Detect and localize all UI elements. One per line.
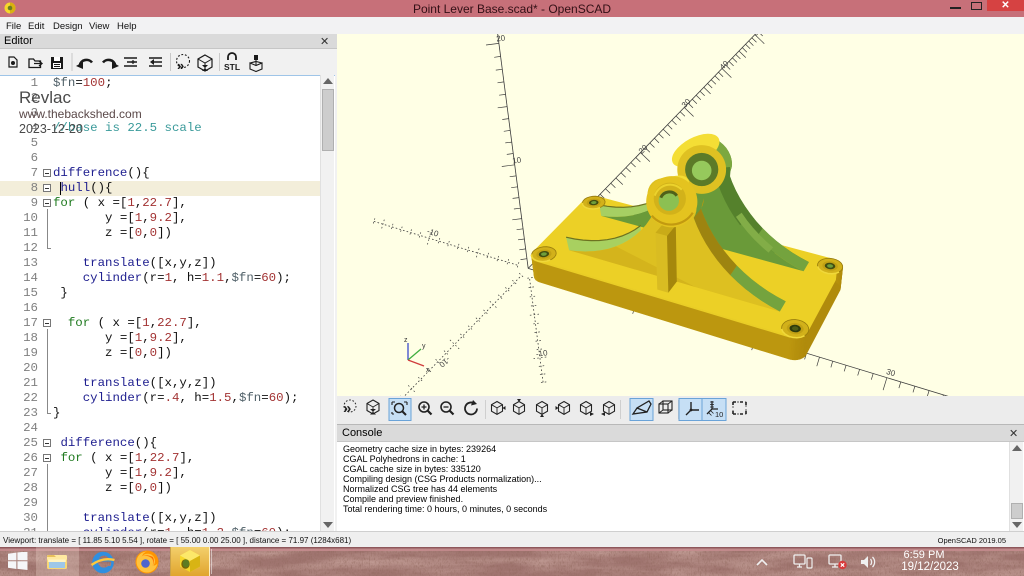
svg-text:y: y: [422, 343, 426, 350]
svg-text:»: »: [177, 58, 184, 73]
svg-text:z: z: [404, 337, 408, 344]
svg-text:x: x: [426, 367, 430, 374]
svg-text:»: »: [343, 400, 351, 417]
svg-text:STL: STL: [224, 62, 240, 72]
svg-text:-10: -10: [535, 348, 548, 358]
svg-text:10: 10: [512, 155, 522, 165]
svg-text:20: 20: [496, 34, 506, 44]
svg-text:10: 10: [715, 410, 723, 419]
